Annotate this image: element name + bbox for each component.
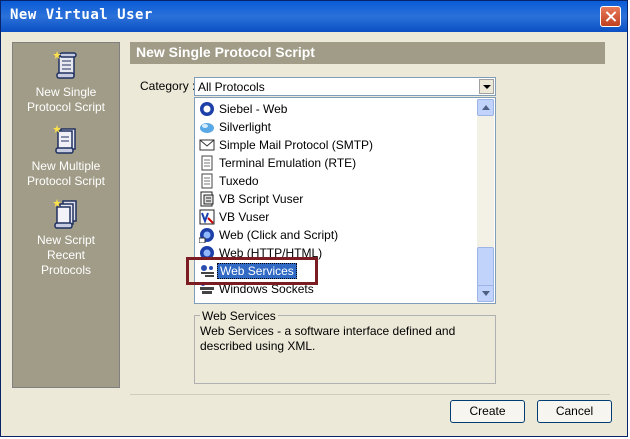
list-scrollbar[interactable] (477, 99, 494, 302)
siebel-icon (200, 102, 214, 116)
description-title: Web Services (200, 309, 278, 323)
sidebar-item-label: Protocol Script (26, 174, 106, 188)
multi-script-icon (53, 125, 76, 154)
sidebar-item-label: Recent (46, 248, 86, 262)
scroll-down-icon[interactable] (477, 285, 494, 302)
page-title: New Single Protocol Script (136, 44, 315, 60)
category-dropdown[interactable]: All Protocols (194, 77, 496, 96)
sidebar-item-label: Protocols (40, 263, 92, 277)
sidebar-item-new-single-protocol[interactable]: New Single Protocol Script (13, 51, 119, 115)
script-icon (200, 191, 214, 207)
scrollbar-thumb[interactable] (477, 247, 494, 287)
description-text: Web Services - a software interface defi… (200, 324, 456, 353)
mail-icon (199, 139, 215, 151)
window-title: New Virtual User (10, 7, 153, 23)
divider (130, 394, 610, 395)
recent-scripts-icon (53, 199, 77, 229)
script-scroll-icon (53, 51, 77, 79)
vb-icon (199, 209, 215, 225)
sidebar-item-label: Protocol Script (26, 100, 106, 114)
sidebar-item-new-multiple-protocol[interactable]: New Multiple Protocol Script (13, 125, 119, 189)
sidebar-item-label: New Script (36, 233, 95, 247)
sidebar-item-recent-protocols[interactable]: New Script Recent Protocols (13, 199, 119, 278)
category-label: Category : (140, 79, 196, 93)
sidebar-item-label: New Multiple (31, 159, 101, 173)
section-header: New Single Protocol Script (130, 42, 605, 64)
chevron-down-icon[interactable] (479, 79, 494, 94)
create-button[interactable]: Create (450, 400, 525, 423)
sidebar-item-label: New Single (35, 85, 97, 99)
cancel-button[interactable]: Cancel (537, 400, 612, 423)
category-selected-value: All Protocols (198, 80, 265, 94)
sidebar: New Single Protocol Script New Multiple … (12, 42, 120, 388)
document-icon (201, 173, 213, 189)
silverlight-icon (200, 123, 214, 133)
globe-icon (199, 228, 214, 243)
close-button[interactable] (600, 6, 621, 27)
title-bar[interactable]: New Virtual User (1, 1, 627, 32)
document-icon (201, 155, 213, 171)
scroll-up-icon[interactable] (477, 99, 494, 116)
selection-highlight-annotation (186, 257, 318, 285)
